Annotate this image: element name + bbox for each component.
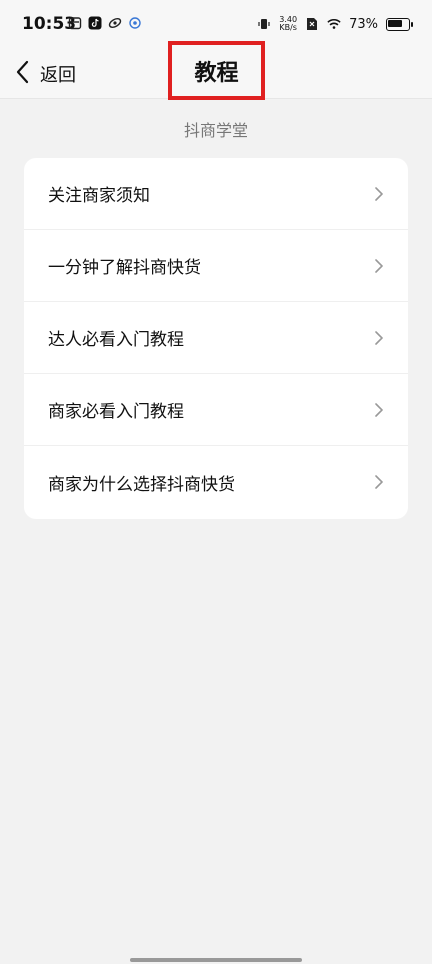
chevron-right-icon [375,186,383,201]
network-speed-unit: KB/s [279,23,297,32]
status-notification-icons [68,16,142,30]
list-item-label: 商家必看入门教程 [48,402,184,422]
list-item[interactable]: 商家必看入门教程 [24,374,408,446]
network-speed: 3.40 KB/s [279,16,297,32]
app-notification-icon [128,16,142,30]
battery-level-fill [388,19,402,27]
chevron-right-icon [375,258,383,273]
tiktok-icon [88,16,102,30]
battery-percent: 73% [349,16,378,32]
battery-icon [386,17,413,31]
section-title: 抖商学堂 [183,121,248,140]
back-button[interactable]: 返回 [16,60,76,88]
list-item[interactable]: 商家为什么选择抖商快货 [24,446,408,518]
list-item-label: 一分钟了解抖商快货 [48,258,201,278]
chevron-right-icon [375,330,383,345]
home-indicator[interactable] [130,958,302,962]
list-item-label: 达人必看入门教程 [48,330,184,350]
tutorial-list: 关注商家须知 一分钟了解抖商快货 达人必看入门教程 商家必看入门教程 商家为什么… [24,158,408,519]
sync-icon [108,16,122,30]
page-title-highlight: 教程 [168,41,265,100]
chevron-right-icon [375,475,383,489]
list-item[interactable]: 关注商家须知 [24,158,408,230]
list-item[interactable]: 达人必看入门教程 [24,302,408,374]
calendar-icon [68,16,82,30]
list-item[interactable]: 一分钟了解抖商快货 [24,230,408,302]
back-label: 返回 [40,65,76,86]
wifi-icon [327,17,341,31]
list-item-label: 关注商家须知 [48,186,150,206]
vibrate-icon [257,17,271,31]
list-item-label: 商家为什么选择抖商快货 [48,474,235,495]
page-title: 教程 [194,60,239,86]
chevron-left-icon [16,60,30,88]
no-sim-icon [305,17,319,31]
status-right: 3.40 KB/s 73% [257,16,413,32]
chevron-right-icon [375,402,383,417]
